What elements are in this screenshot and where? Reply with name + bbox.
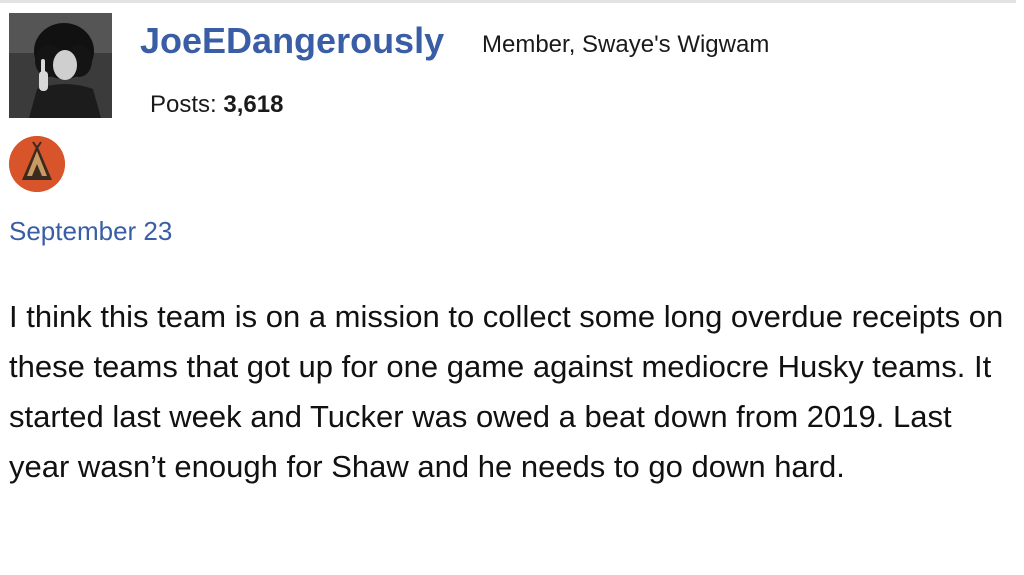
avatar-image — [9, 13, 112, 118]
avatar[interactable] — [9, 13, 112, 118]
posts-count: 3,618 — [223, 91, 284, 118]
post-date-link[interactable]: September 23 — [9, 216, 172, 247]
member-role: Member, Swaye's Wigwam — [482, 31, 770, 58]
wigwam-badge-icon — [9, 136, 65, 192]
post-count: Posts: 3,618 — [150, 91, 283, 119]
top-divider — [0, 0, 1016, 3]
teepee-icon — [9, 136, 65, 192]
posts-label: Posts: — [150, 91, 217, 118]
post-body: I think this team is on a mission to col… — [9, 299, 1004, 484]
username-link[interactable]: JoeEDangerously — [140, 20, 444, 62]
